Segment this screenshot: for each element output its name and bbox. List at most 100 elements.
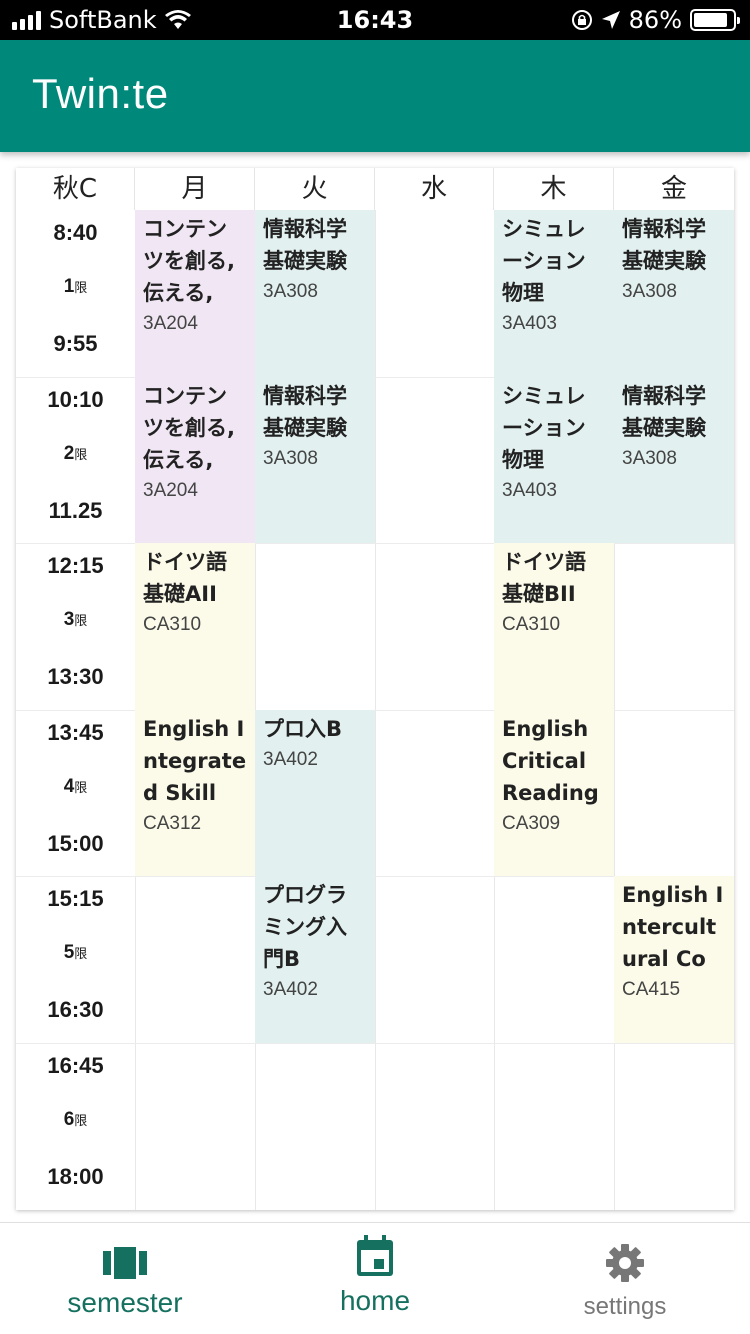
course-cell-tue-5[interactable]: プログラミング入門B 3A402 [255,876,375,1043]
course-cell-fri-5[interactable]: English Intercultural Co CA415 [614,876,734,1043]
course-cell-mon-2[interactable]: コンテンツを創る,伝える, 3A204 [135,376,255,544]
battery-icon [690,9,740,31]
course-name: シミュレーション物理 [502,217,586,305]
course-name: English Integrated Skill [143,716,247,805]
nav-settings-label: settings [583,1293,667,1320]
course-cell-thu-2[interactable]: シミュレーション物理 3A403 [494,376,614,544]
course-room: 3A308 [622,447,677,469]
empty-cell-fri-6[interactable] [614,1043,734,1210]
course-name: プログラミング入門B [263,883,347,972]
course-name: 情報科学基礎実験 [263,217,347,273]
course-cell-fri-2[interactable]: 情報科学基礎実験 3A308 [614,376,734,544]
course-cell-mon-1[interactable]: コンテンツを創る,伝える, 3A204 [135,210,255,377]
period-number: 5限 [63,942,88,964]
course-name: ドイツ語基礎AII [143,550,227,607]
period-number: 4限 [63,775,88,797]
empty-cell-wed-4[interactable] [375,710,494,877]
course-cell-thu-3[interactable]: ドイツ語基礎BII CA310 [494,543,614,710]
term-label[interactable]: 秋C [16,168,135,210]
empty-cell-wed-6[interactable] [375,1043,494,1210]
battery-percent: 86% [628,6,682,34]
course-cell-mon-4[interactable]: English Integrated Skill CA312 [135,709,255,877]
status-bar: SoftBank 16:43 86% [0,0,750,40]
course-room: CA312 [143,812,202,834]
day-header-fri: 金 [660,174,687,204]
period-number: 2限 [63,442,88,464]
period-number: 1限 [63,276,88,297]
course-room: 3A308 [263,281,318,302]
nav-home[interactable]: home [250,1223,500,1334]
course-room: 3A402 [263,748,318,770]
empty-cell-fri-3[interactable] [614,543,734,710]
nav-home-label: home [339,1285,411,1316]
empty-cell-tue-3[interactable] [255,543,375,710]
location-arrow-icon [601,11,620,29]
course-room: 3A204 [143,313,198,334]
course-cell-fri-1[interactable]: 情報科学基礎実験 3A308 [614,210,734,377]
course-name: English Critical Reading [502,716,599,805]
empty-cell-wed-3[interactable] [375,543,494,710]
course-cell-thu-4[interactable]: English Critical Reading CA309 [494,709,614,877]
course-room: 3A402 [263,979,318,1001]
course-room: 3A308 [622,281,677,302]
course-name: コンテンツを創る,伝える, [143,383,235,472]
course-cell-tue-2[interactable]: 情報科学基礎実験 3A308 [255,376,375,544]
empty-cell-wed-5[interactable] [375,876,494,1043]
day-header-mon: 月 [135,168,255,210]
course-cell-tue-1[interactable]: 情報科学基礎実験 3A308 [255,210,375,377]
course-name: 情報科学基礎実験 [622,217,706,273]
empty-cell-tue-6[interactable] [255,1043,375,1210]
period-end-time: 9:55 [53,331,98,356]
nav-settings[interactable]: settings [500,1223,750,1334]
period-end-time: 13:30 [47,664,104,690]
course-cell-thu-1[interactable]: シミュレーション物理 3A403 [494,210,614,377]
period-start-time: 12:15 [47,553,104,579]
period-3: 12:15 3限 13:30 [16,543,135,709]
period-end-time: 15:00 [47,830,104,856]
day-header-tue: 火 [255,168,375,210]
rotation-lock-icon [571,10,592,30]
period-number: 3限 [63,609,88,631]
empty-cell-mon-6[interactable] [135,1043,255,1210]
empty-cell-wed-1[interactable] [375,210,494,377]
period-2: 10:10 2限 11.25 [16,377,135,543]
timetable: 秋C 月 火 水 木 金 8:40 1限 9:55 コンテンツを創る,伝える, 3A20… [16,168,734,1210]
course-room: CA310 [143,614,202,636]
course-cell-mon-3[interactable]: ドイツ語基礎AII CA310 [135,543,255,710]
day-header-thu: 木 [494,168,614,210]
empty-cell-wed-2[interactable] [375,377,494,544]
empty-cell-thu-6[interactable] [494,1043,614,1210]
course-room: 3A403 [502,313,557,334]
course-name: シミュレーション物理 [502,383,586,472]
period-end-time: 18:00 [47,1164,104,1189]
nav-semester[interactable]: semester [0,1223,250,1334]
period-start-time: 13:45 [47,719,104,745]
period-5: 15:15 5限 16:30 [16,876,135,1042]
period-6: 16:45 6限 18:00 [16,1043,135,1209]
period-1: 8:40 1限 9:55 [16,210,135,376]
course-room: CA415 [622,979,681,1001]
view-carousel-icon [103,1247,147,1279]
calendar-today-icon [357,1235,393,1276]
empty-cell-mon-5[interactable] [135,876,255,1043]
empty-cell-thu-5[interactable] [494,876,614,1043]
course-room: CA310 [502,614,561,636]
course-name: English Intercultural Co [622,883,724,972]
course-name: 情報科学基礎実験 [622,383,706,440]
period-start-time: 16:45 [47,1053,104,1078]
course-name: 情報科学基礎実験 [263,383,347,440]
course-cell-tue-4[interactable]: プロ入B 3A402 [255,709,375,877]
course-name: ドイツ語基礎BII [502,550,586,607]
period-end-time: 16:30 [47,997,104,1023]
course-room: 3A403 [502,479,557,501]
period-end-time: 11.25 [48,497,103,523]
gear-icon [606,1244,644,1282]
bottom-navigation: semester home settings [0,1222,750,1334]
course-room: 3A204 [143,479,198,501]
empty-cell-fri-4[interactable] [614,710,734,877]
course-name: プロ入B [263,716,343,741]
timetable-header: 秋C 月 火 水 木 金 [16,168,734,210]
app-title: Twin:te [32,70,169,117]
period-start-time: 8:40 [53,220,98,245]
app-bar: Twin:te [0,40,750,152]
